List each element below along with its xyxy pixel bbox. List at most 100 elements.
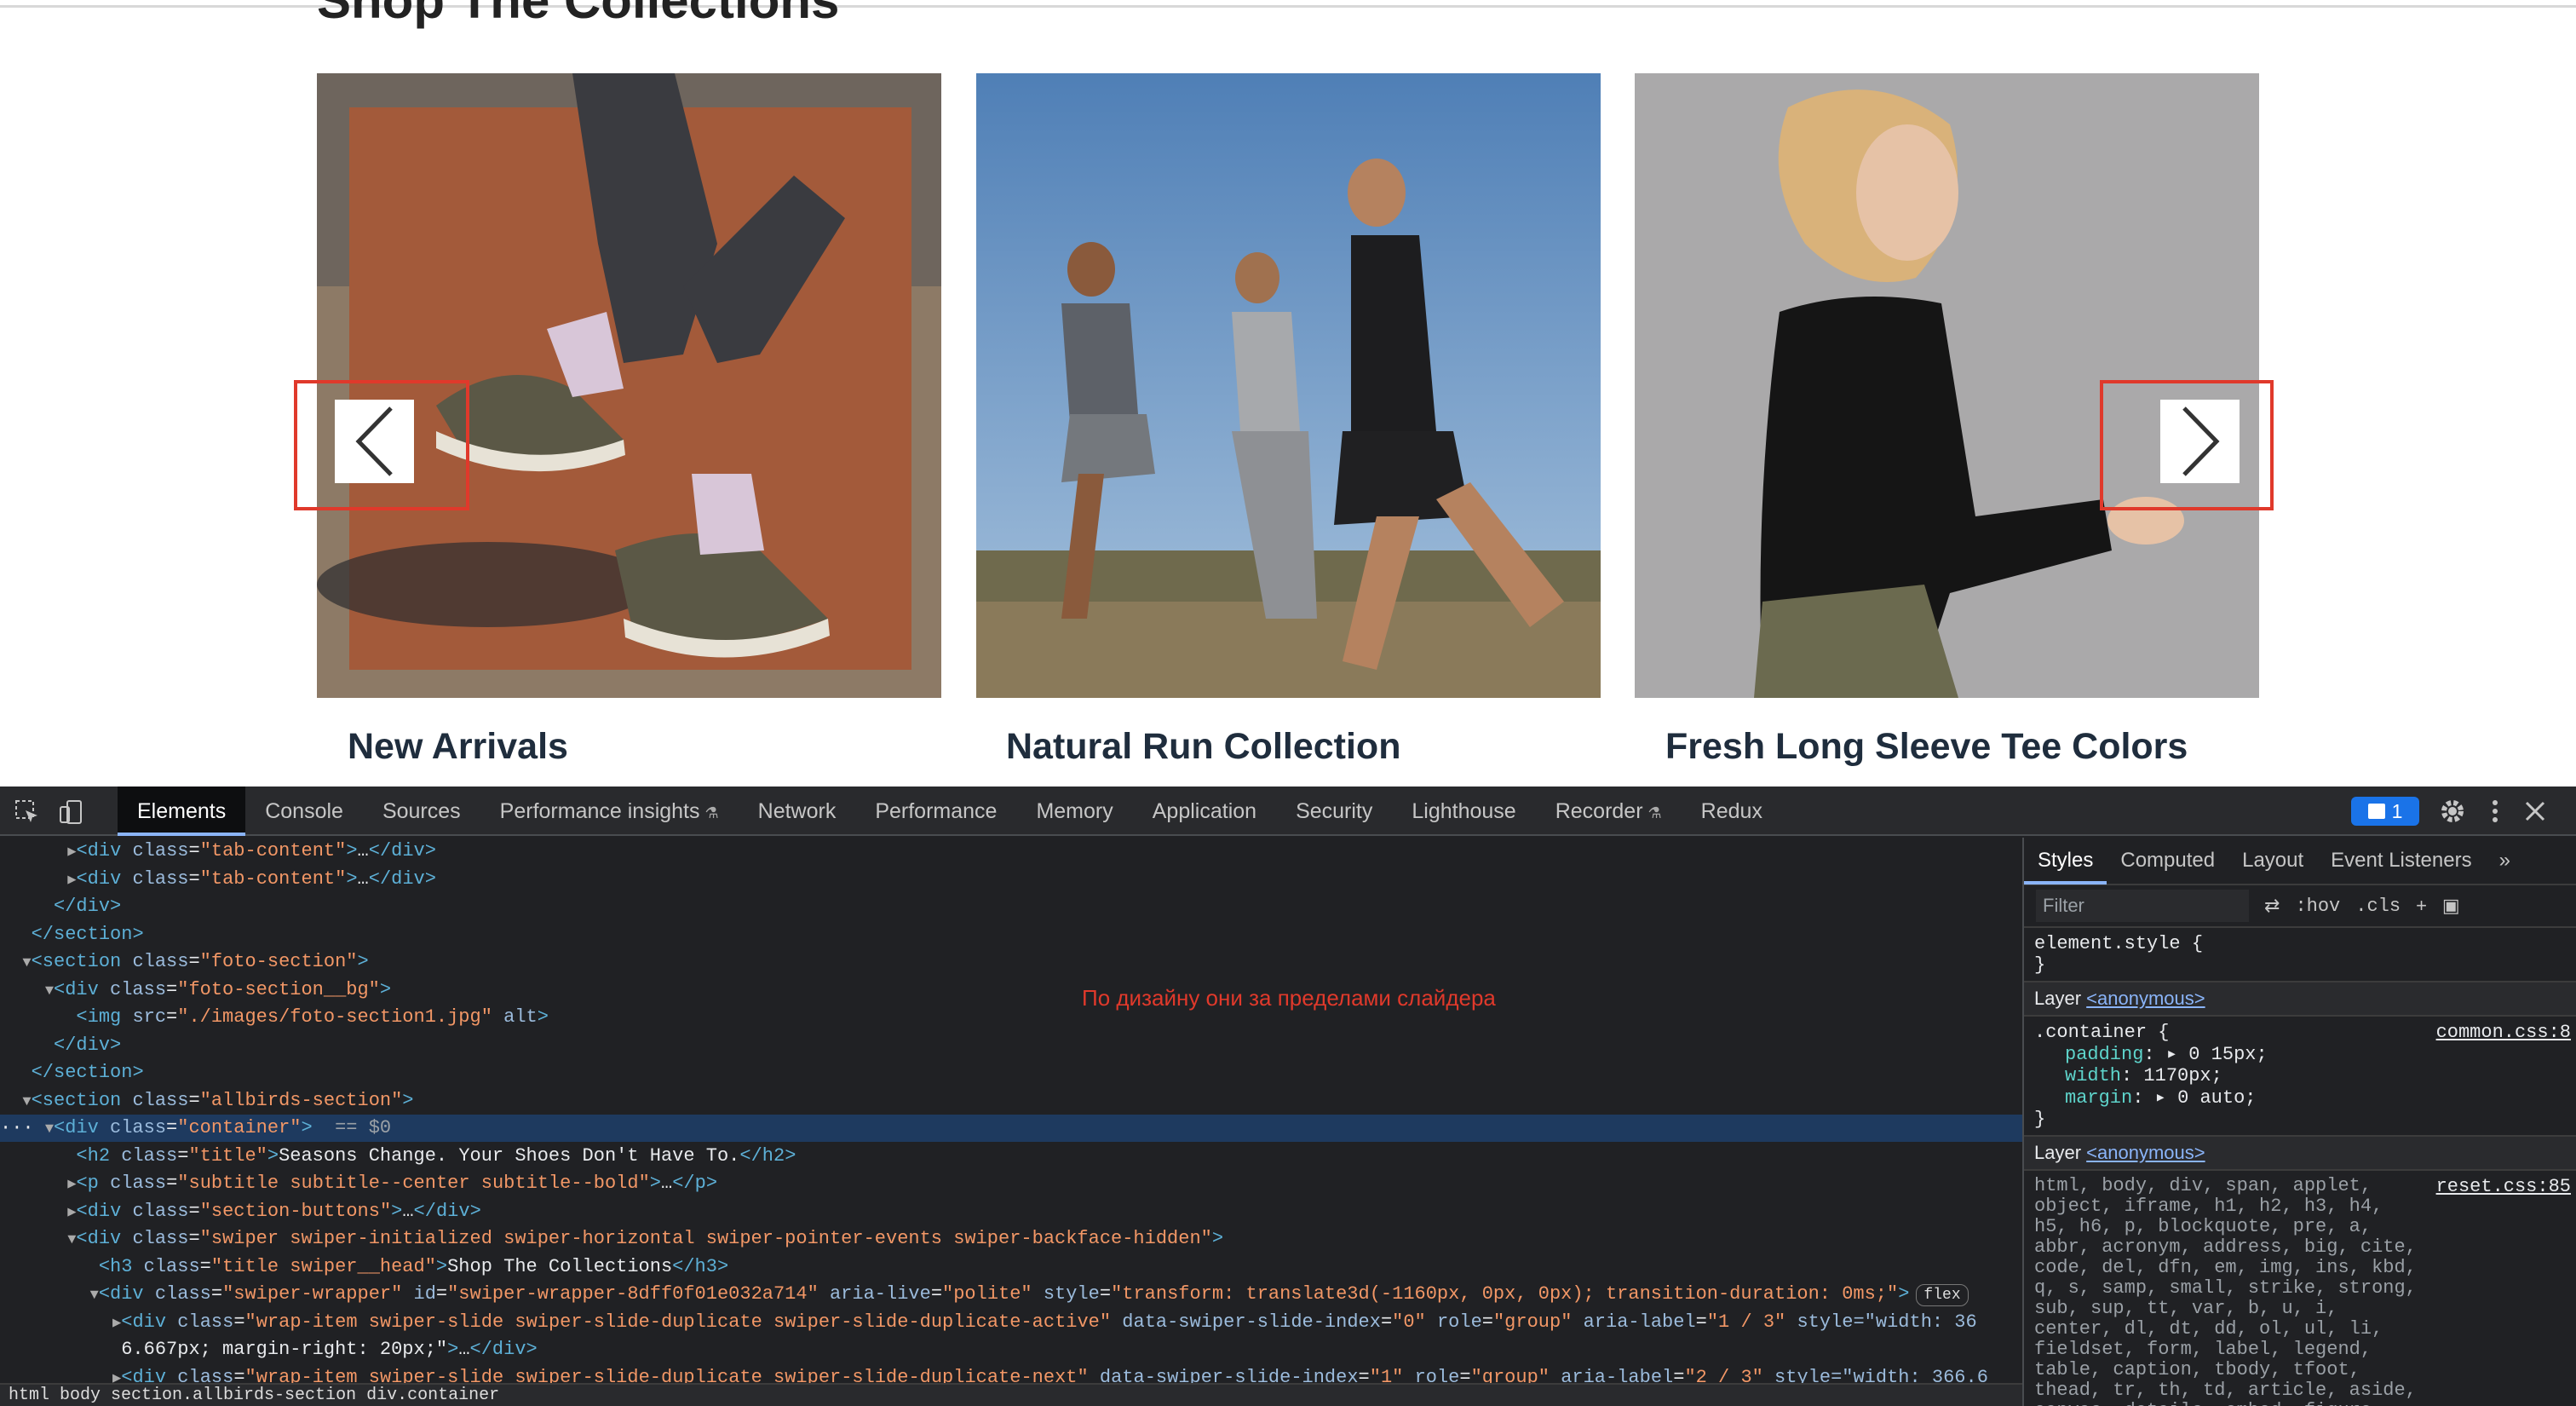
css-prop-width[interactable]: width: 1170px; [2034,1065,2566,1086]
dom-node[interactable]: ▶<div class="tab-content">…</div> [0,838,2022,865]
styles-tab-layout[interactable]: Layout [2228,838,2317,885]
dom-node[interactable]: ▼<section class="foto-section"> [0,948,2022,976]
expand-arrow-icon[interactable] [90,1260,99,1276]
tab-security[interactable]: Security [1276,787,1392,836]
gear-icon[interactable] [2438,797,2467,826]
dom-node-selected[interactable]: ··· ▼<div class="container"> == $0 [0,1115,2022,1142]
expand-arrow-icon[interactable] [67,1011,76,1027]
website-viewport: Shop The Collections New Arrivals Natura… [0,0,2576,787]
dom-node[interactable]: 6.667px; margin-right: 20px;">…</div> [0,1336,2022,1363]
tab-recorder[interactable]: Recorder ⚗ [1536,787,1682,836]
styles-sidebar: Styles Computed Layout Event Listeners» Fil… [2022,838,2576,1406]
reset-source-link[interactable]: reset.css:85 [2436,1176,2571,1197]
devtools-tabbar: Elements Console Sources Performance insigh… [0,787,2576,836]
annotation-note: По дизайну они за пределами слайдера [1082,985,1496,1011]
expand-arrow-icon[interactable]: ▶ [112,1316,121,1332]
container-source-link[interactable]: common.css:8 [2436,1022,2571,1043]
layer-anonymous-link-2[interactable]: <anonymous> [2086,1142,2205,1163]
flex-badge[interactable]: flex [1916,1284,1969,1306]
device-toolbar-icon[interactable] [58,798,85,826]
message-icon [2367,804,2385,819]
slide-caption-long-sleeve-tee[interactable]: Fresh Long Sleeve Tee Colors [1665,726,2188,768]
dom-node[interactable]: </section> [0,921,2022,948]
issues-badge[interactable]: 1 [2351,797,2419,826]
dom-node[interactable]: ▶<div class="section-buttons">…</div> [0,1198,2022,1225]
expand-arrow-icon[interactable]: ▼ [45,983,54,1000]
expand-arrow-icon[interactable] [45,1039,54,1055]
close-icon[interactable] [2523,799,2547,823]
experiment-flask-icon: ⚗ [704,804,719,821]
expand-arrow-icon[interactable] [45,900,54,916]
expand-arrow-icon[interactable]: ▼ [90,1288,99,1304]
tab-performance-insights[interactable]: Performance insights ⚗ [480,787,739,836]
styles-filter-row: Filter ⇄ :hov .cls + ▣ [2024,885,2576,928]
css-prop-margin[interactable]: margin: ▸ 0 auto; [2034,1086,2566,1109]
expand-arrow-icon[interactable] [22,1066,31,1082]
more-options-icon[interactable] [2491,797,2499,826]
expand-arrow-icon[interactable]: ▼ [45,1121,54,1138]
dom-node[interactable]: </div> [0,1032,2022,1059]
tab-memory[interactable]: Memory [1016,787,1132,836]
dom-node[interactable]: ▶<div class="wrap-item swiper-slide swip… [0,1309,2022,1336]
tab-lighthouse[interactable]: Lighthouse [1392,787,1535,836]
container-close: } [2034,1109,2046,1130]
expand-arrow-icon[interactable] [22,928,31,944]
toggle-renderings-icon[interactable]: ⇄ [2264,895,2280,917]
expand-arrow-icon[interactable]: ▼ [67,1232,76,1248]
tab-performance[interactable]: Performance [855,787,1016,836]
tab-sources[interactable]: Sources [363,787,480,836]
hov-toggle[interactable]: :hov [2295,896,2340,917]
dom-node[interactable]: ▼<section class="allbirds-section"> [0,1087,2022,1115]
cls-toggle[interactable]: .cls [2355,896,2401,917]
expand-arrow-icon[interactable]: ▶ [67,1205,76,1221]
styles-tab-event-listeners[interactable]: Event Listeners [2317,838,2485,885]
layer-row-2: Layer <anonymous> [2024,1137,2576,1171]
tab-redux[interactable]: Redux [1682,787,1782,836]
container-rule: .container { common.css:8 padding: ▸ 0 1… [2024,1017,2576,1137]
css-prop-padding[interactable]: padding: ▸ 0 15px; [2034,1043,2566,1065]
element-style-rule: element.style { } [2024,928,2576,982]
element-style-selector: element.style { [2034,933,2204,954]
dom-node[interactable]: ▶<p class="subtitle subtitle--center sub… [0,1170,2022,1197]
layer-row-1: Layer <anonymous> [2024,982,2576,1017]
slide-natural-run[interactable] [976,73,1601,698]
styles-filter-input[interactable]: Filter [2036,890,2249,922]
slide-caption-new-arrivals[interactable]: New Arrivals [348,726,568,768]
experiment-flask-icon: ⚗ [1647,804,1662,821]
tab-elements[interactable]: Elements [118,787,246,836]
expand-arrow-icon[interactable]: ▶ [67,873,76,889]
dom-node[interactable]: <h2 class="title">Seasons Change. Your S… [0,1143,2022,1170]
dom-node[interactable]: <h3 class="title swiper__head">Shop The … [0,1253,2022,1281]
expand-arrow-icon[interactable] [112,1343,121,1359]
dom-node[interactable]: </section> [0,1059,2022,1086]
dom-node[interactable]: <img src="./images/foto-section1.jpg" al… [0,1004,2022,1031]
inspect-element-icon[interactable] [14,798,41,826]
styles-tab-styles[interactable]: Styles [2024,838,2107,885]
tab-application[interactable]: Application [1133,787,1276,836]
dom-node[interactable]: ▶<div class="tab-content">…</div> [0,866,2022,893]
devtools-panel: Elements Console Sources Performance insigh… [0,787,2576,1406]
dom-node[interactable]: ▼<div class="swiper-wrapper" id="swiper-… [0,1281,2022,1308]
computed-styles-icon[interactable]: ▣ [2442,895,2460,917]
new-style-rule-icon[interactable]: + [2416,895,2427,917]
expand-arrow-icon[interactable]: ▶ [67,844,76,861]
element-style-close: } [2034,954,2046,976]
dom-node[interactable]: ▼<div class="foto-section__bg"> [0,977,2022,1004]
slide-caption-natural-run[interactable]: Natural Run Collection [1006,726,1400,768]
expand-arrow-icon[interactable]: ▼ [22,1094,31,1110]
breadcrumb[interactable]: html body section.allbirds-section div.c… [0,1383,2022,1406]
highlight-box-prev [294,380,469,510]
expand-arrow-icon[interactable]: ▶ [67,1177,76,1193]
more-tabs-icon[interactable]: » [2486,838,2524,885]
tab-network[interactable]: Network [739,787,856,836]
styles-tabs: Styles Computed Layout Event Listeners» [2024,838,2576,885]
layer-anonymous-link[interactable]: <anonymous> [2086,988,2205,1009]
styles-tab-computed[interactable]: Computed [2107,838,2228,885]
dom-node[interactable]: ▼<div class="swiper swiper-initialized s… [0,1225,2022,1253]
dom-node[interactable]: </div> [0,893,2022,920]
tab-console[interactable]: Console [245,787,363,836]
reset-rule-selectors: html, body, div, span, applet, object, i… [2034,1175,2417,1406]
expand-arrow-icon[interactable]: ▼ [22,955,31,971]
issues-count: 1 [2391,800,2403,822]
expand-arrow-icon[interactable] [67,1150,76,1166]
